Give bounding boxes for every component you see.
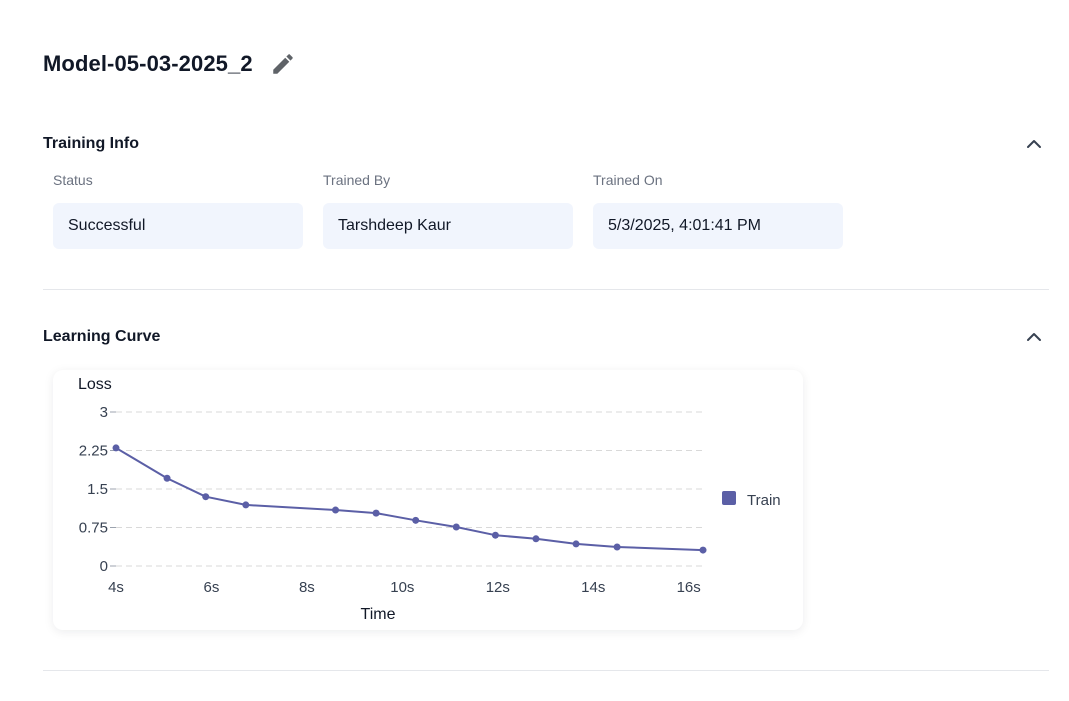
x-tick-label: 16s bbox=[677, 579, 701, 596]
legend-layer: Train bbox=[722, 491, 781, 509]
y-tick-label: 0.75 bbox=[79, 520, 108, 537]
status-label: Status bbox=[53, 172, 93, 188]
grid-layer bbox=[110, 411, 703, 567]
status-field: Successful bbox=[53, 203, 303, 249]
chevron-up-icon bbox=[1027, 333, 1041, 341]
pencil-icon bbox=[272, 54, 293, 74]
x-tick-label: 14s bbox=[581, 579, 605, 596]
data-point bbox=[332, 506, 340, 514]
series-layer bbox=[112, 444, 707, 554]
data-point bbox=[532, 535, 540, 543]
section-divider bbox=[43, 289, 1049, 290]
y-tick-label: 1.5 bbox=[87, 481, 108, 498]
data-point bbox=[163, 474, 171, 482]
data-point bbox=[452, 523, 460, 531]
data-point bbox=[699, 546, 707, 554]
training-info-title: Training Info bbox=[43, 135, 139, 152]
page-header: Model-05-03-2025_2 bbox=[43, 48, 297, 80]
chevron-up-icon bbox=[1027, 140, 1041, 148]
y-tick-label: 3 bbox=[100, 404, 108, 421]
legend-label: Train bbox=[747, 492, 781, 509]
data-point bbox=[112, 444, 120, 452]
data-point bbox=[202, 493, 210, 501]
edit-title-button[interactable] bbox=[269, 50, 297, 78]
trained-on-label: Trained On bbox=[593, 172, 663, 188]
page-title: Model-05-03-2025_2 bbox=[43, 51, 253, 76]
trained-on-field: 5/3/2025, 4:01:41 PM bbox=[593, 203, 843, 249]
learning-curve-collapse-button[interactable] bbox=[1022, 325, 1046, 349]
x-axis-label: Time bbox=[361, 606, 396, 623]
data-point bbox=[491, 531, 499, 539]
data-point bbox=[613, 543, 621, 551]
axis-layer: 0 0.75 1.5 2.25 3 4s 6s 8s 10s 12s 14s 16s Loss Time bbox=[78, 376, 701, 623]
x-tick-label: 8s bbox=[299, 579, 315, 596]
learning-curve-title: Learning Curve bbox=[43, 328, 161, 345]
x-tick-label: 12s bbox=[486, 579, 510, 596]
trained-by-field: Tarshdeep Kaur bbox=[323, 203, 573, 249]
y-axis-label: Loss bbox=[78, 376, 112, 393]
learning-curve-chart: 00.751.52.2534s 6s 8s 10s 12s 14s 16sLossTime … bbox=[78, 376, 781, 623]
trained-by-label: Trained By bbox=[323, 172, 391, 188]
x-tick-label: 6s bbox=[204, 579, 220, 596]
legend-swatch bbox=[722, 491, 736, 505]
x-tick-label: 4s bbox=[108, 579, 124, 596]
data-point bbox=[572, 540, 580, 548]
y-tick-label: 2.25 bbox=[79, 443, 108, 460]
learning-curve-chart-card: 0 0.75 1.5 2.25 3 4s 6s 8s 10s 12s 14s 16s Loss Time … bbox=[53, 370, 803, 630]
data-point bbox=[372, 509, 380, 517]
x-tick-label: 10s bbox=[390, 579, 414, 596]
data-point bbox=[242, 501, 250, 509]
data-point bbox=[412, 516, 420, 524]
y-tick-label: 0 bbox=[100, 558, 108, 575]
section-divider bbox=[43, 670, 1049, 671]
training-info-collapse-button[interactable] bbox=[1022, 132, 1046, 156]
